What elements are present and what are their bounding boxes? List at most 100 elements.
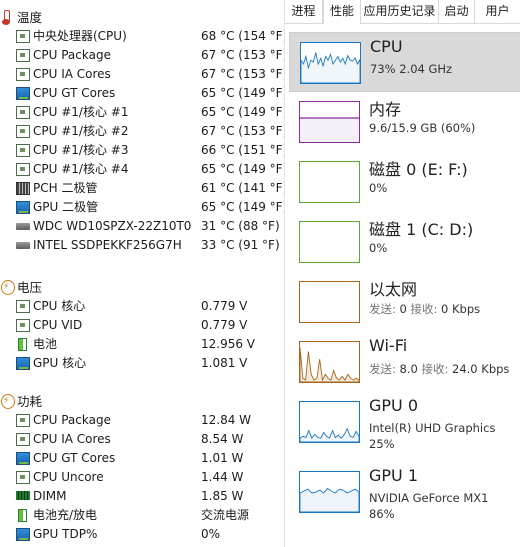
perf-item-detail: 发送: 8.0 接收: 24.0 Kbps [369,361,509,377]
perf-graph-thumbnail [299,471,360,513]
sensor-value: 66 °C (151 °F) [201,143,288,157]
net-value: 0 Kbps [441,302,481,316]
sensor-row[interactable]: GPU 二极管 65 °C (149 °F) [0,198,288,217]
sensor-row[interactable]: 中央处理器(CPU) 68 °C (154 °F) [0,27,288,46]
perf-graph-thumbnail [300,42,361,84]
sensor-value: 1.44 W [201,470,244,484]
perf-item-2[interactable]: 磁盘 0 (E: F:) 0% [289,152,520,212]
sensor-label: CPU Uncore [33,470,104,484]
sensor-row[interactable]: 电池充/放电 交流电源 [0,506,284,525]
sensor-value: 0.779 V [201,299,248,313]
tab-2[interactable]: 应用历史记录 [361,0,439,24]
perf-item-7[interactable]: GPU 1 NVIDIA GeForce MX1 86% [289,462,520,522]
sensor-row[interactable]: CPU #1/核心 #4 65 °C (149 °F) [0,160,287,179]
sensor-label: GPU TDP% [33,527,98,541]
chip-icon [16,125,30,138]
section-power[interactable]: 功耗 [0,392,284,411]
sensor-label: CPU IA Cores [33,432,111,446]
net-label: 发送: [369,302,400,316]
lightning-icon [1,392,15,411]
section-volt[interactable]: 电压 [0,278,284,297]
net-label: 接收: [421,362,453,376]
battery-icon [18,509,27,522]
chip-icon [16,106,30,119]
perf-item-1[interactable]: 内存 9.6/15.9 GB (60%) [289,92,520,152]
section-title: 电压 [17,280,43,295]
sensor-label: 电池 [33,337,58,351]
sensor-row[interactable]: CPU GT Cores 65 °C (149 °F) [0,84,288,103]
sensor-row[interactable]: GPU 核心 1.081 V [0,354,284,373]
perf-item-3[interactable]: 磁盘 1 (C: D:) 0% [289,212,520,272]
battery-icon [18,338,27,351]
perf-item-4[interactable]: 以太网 发送: 0 接收: 0 Kbps [289,272,520,332]
net-label: 发送: [369,362,400,376]
sensor-label: 电池充/放电 [33,508,98,522]
sensor-row[interactable]: CPU Uncore 1.44 W [0,468,284,487]
sensor-value: 0% [201,527,221,541]
gpu-icon [16,201,30,214]
gpu-icon [16,87,30,100]
chip-icon [16,163,30,176]
tab-0[interactable]: 进程 [285,0,323,24]
net-value: 0 [399,302,411,316]
thermometer-icon [1,10,15,25]
sensor-row[interactable]: CPU Package 12.84 W [0,411,284,430]
sensor-row[interactable]: CPU GT Cores 1.01 W [0,449,284,468]
sensor-label: GPU 核心 [33,356,87,370]
sensor-row[interactable]: CPU Package 67 °C (153 °F) [0,46,287,65]
sensor-row[interactable]: DIMM 1.85 W [0,487,284,506]
tab-1[interactable]: 性能 [323,0,361,25]
perf-item-5[interactable]: Wi-Fi 发送: 8.0 接收: 24.0 Kbps [289,332,520,392]
sensor-row[interactable]: GPU TDP% 0% [0,525,284,544]
sensor-label: 中央处理器(CPU) [33,29,127,43]
sensor-row[interactable]: INTEL SSDPEKKF256G7H 33 °C (91 °F) [0,236,284,255]
sensor-row[interactable]: CPU #1/核心 #3 66 °C (151 °F) [0,141,288,160]
sensor-row[interactable]: PCH 二极管 61 °C (141 °F) [0,179,288,198]
sensor-label: CPU IA Cores [33,67,111,81]
chip-icon [16,68,30,81]
sensor-row[interactable]: CPU #1/核心 #1 65 °C (149 °F) [0,103,287,122]
sensor-label: CPU #1/核心 #2 [33,124,129,138]
sensor-value: 68 °C (154 °F) [201,29,288,43]
gpu-icon [16,357,30,370]
sensor-value: 65 °C (149 °F) [201,86,288,100]
sensor-row[interactable]: CPU IA Cores 8.54 W [0,430,284,449]
perf-item-name: GPU 0 [369,396,419,415]
tab-3[interactable]: 启动 [439,0,475,24]
gpu-icon [16,452,30,465]
sensor-row[interactable]: CPU 核心 0.779 V [0,297,284,316]
section-temp[interactable]: 温度 [0,8,284,27]
net-value: 8.0 [399,362,422,376]
perf-item-name: 内存 [369,100,402,119]
sensor-value: 交流电源 [201,508,250,522]
chip-icon [16,414,30,427]
sensor-value: 33 °C (91 °F) [201,238,280,252]
chip-icon [16,319,30,332]
sensor-row[interactable]: CPU IA Cores 67 °C (153 °F) [0,65,287,84]
sensor-row[interactable]: CPU #1/核心 #2 67 °C (153 °F) [0,122,287,141]
perf-graph-thumbnail [299,401,360,443]
chip-icon [16,471,30,484]
perf-graph-thumbnail [299,161,360,203]
perf-item-detail: Intel(R) UHD Graphics [369,421,496,435]
chip-icon [16,433,30,446]
sensor-value: 0.779 V [201,318,248,332]
sensor-value: 61 °C (141 °F) [201,181,288,195]
tab-bar: 进程 性能 应用历史记录 启动 用户 [285,0,520,25]
perf-graph-thumbnail [299,221,360,263]
chip-icon [16,300,30,313]
net-label: 接收: [410,302,442,316]
sensor-row[interactable]: 电池 12.956 V [0,335,284,354]
perf-item-usage: 25% [369,437,395,451]
sensor-row[interactable]: CPU VID 0.779 V [0,316,284,335]
sensor-value: 1.081 V [201,356,248,370]
sensor-label: INTEL SSDPEKKF256G7H [33,238,182,252]
gpu-icon [16,528,30,541]
perf-item-0[interactable]: CPU 73% 2.04 GHz [289,32,520,92]
perf-item-6[interactable]: GPU 0 Intel(R) UHD Graphics 25% [289,392,520,452]
sensor-row[interactable]: WDC WD10SPZX-22Z10T0 31 °C (88 °F) [0,217,284,236]
chip-icon [16,49,30,62]
sensor-label: CPU #1/核心 #3 [33,143,129,157]
tab-4[interactable]: 用户 [475,0,520,24]
sensor-value: 65 °C (149 °F) [201,200,288,214]
